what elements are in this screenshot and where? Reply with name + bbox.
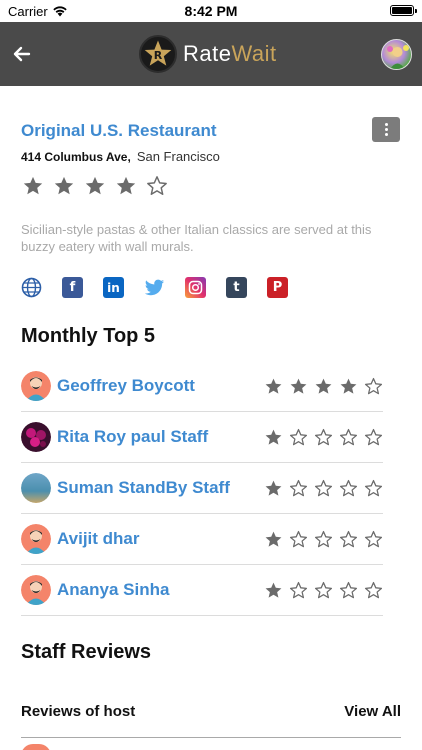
reviews-tab-bar: Reviews of host View All — [21, 696, 401, 738]
star-empty-icon — [364, 479, 383, 496]
linkedin-icon[interactable]: in — [103, 277, 124, 298]
facebook-icon[interactable]: f — [62, 277, 83, 298]
twitter-icon[interactable] — [144, 277, 165, 298]
star-empty-icon — [364, 377, 383, 394]
star-empty-icon — [339, 581, 358, 598]
star-empty-icon — [314, 530, 333, 547]
star-filled-icon — [265, 378, 282, 394]
staff-row[interactable]: Geoffrey Boycott — [21, 361, 383, 412]
staff-rating — [264, 530, 383, 549]
reviews-of-host-label: Reviews of host — [21, 703, 136, 720]
street-label: 414 Columbus Ave, — [21, 150, 131, 164]
user-avatar[interactable] — [381, 39, 412, 70]
globe-icon[interactable] — [21, 277, 42, 298]
nav-bar: R RateWait — [0, 22, 422, 86]
view-all-link[interactable]: View All — [344, 696, 401, 720]
monthly-top-list: Geoffrey Boycott Rita Roy paul Staff Suman… — [21, 361, 383, 616]
staff-avatar[interactable] — [21, 473, 51, 503]
staff-avatar[interactable] — [21, 524, 51, 554]
status-bar: Carrier 8:42 PM — [0, 0, 422, 22]
star-filled-icon — [54, 176, 74, 195]
star-empty-icon — [364, 581, 383, 598]
star-empty-icon — [364, 428, 383, 445]
star-filled-icon — [85, 176, 105, 195]
staff-rating — [264, 377, 383, 396]
staff-name[interactable]: Suman StandBy Staff — [57, 478, 264, 498]
staff-row[interactable]: Avijit dhar — [21, 514, 383, 565]
review-avatar — [21, 744, 51, 750]
restaurant-description: Sicilian-style pastas & other Italian cl… — [21, 222, 372, 254]
city-label: San Francisco — [136, 149, 220, 164]
staff-rating — [264, 581, 383, 600]
staff-row[interactable]: Ananya Sinha — [21, 565, 383, 616]
restaurant-name[interactable]: Original U.S. Restaurant — [21, 121, 217, 141]
star-empty-icon — [314, 428, 333, 445]
battery-icon — [390, 5, 417, 16]
staff-name[interactable]: Avijit dhar — [57, 529, 264, 549]
staff-name[interactable]: Ananya Sinha — [57, 580, 264, 600]
star-empty-icon — [147, 176, 167, 195]
back-arrow-icon[interactable] — [8, 40, 36, 68]
staff-avatar[interactable] — [21, 422, 51, 452]
star-filled-icon — [265, 582, 282, 598]
instagram-icon[interactable] — [185, 277, 206, 298]
staff-name[interactable]: Rita Roy paul Staff — [57, 427, 264, 447]
app-logo: R RateWait — [139, 35, 277, 73]
star-filled-icon — [116, 176, 136, 195]
more-dot-icon — [384, 128, 388, 131]
star-empty-icon — [364, 530, 383, 547]
star-empty-icon — [289, 581, 308, 598]
staff-name[interactable]: Geoffrey Boycott — [57, 376, 264, 396]
star-empty-icon — [339, 428, 358, 445]
star-filled-icon — [265, 531, 282, 547]
star-filled-icon — [23, 176, 43, 195]
logo-wordmark: RateWait — [183, 41, 277, 66]
star-empty-icon — [289, 530, 308, 547]
star-empty-icon — [314, 581, 333, 598]
star-filled-icon — [340, 378, 357, 394]
more-dot-icon — [384, 123, 388, 126]
tumblr-icon[interactable]: t — [226, 277, 247, 298]
star-filled-icon — [265, 429, 282, 445]
restaurant-rating — [22, 175, 168, 197]
star-empty-icon — [289, 428, 308, 445]
star-empty-icon — [339, 479, 358, 496]
staff-row[interactable]: Rita Roy paul Staff — [21, 412, 383, 463]
staff-row[interactable]: Suman StandBy Staff — [21, 463, 383, 514]
social-links: f in t P — [21, 277, 288, 298]
star-empty-icon — [339, 530, 358, 547]
logo-letter: R — [154, 49, 163, 62]
more-options-button[interactable] — [372, 117, 400, 142]
staff-avatar[interactable] — [21, 575, 51, 605]
monthly-top-title: Monthly Top 5 — [21, 325, 156, 347]
pinterest-icon[interactable]: P — [267, 277, 288, 298]
staff-rating — [264, 479, 383, 498]
clock-label: 8:42 PM — [184, 3, 238, 19]
staff-avatar[interactable] — [21, 371, 51, 401]
staff-rating — [264, 428, 383, 447]
star-filled-icon — [290, 378, 307, 394]
staff-reviews-title: Staff Reviews — [21, 641, 152, 663]
star-filled-icon — [315, 378, 332, 394]
restaurant-address: 414 Columbus Ave, San Francisco — [21, 149, 220, 164]
star-empty-icon — [289, 479, 308, 496]
star-logo-icon: R — [139, 35, 177, 73]
star-empty-icon — [314, 479, 333, 496]
star-filled-icon — [265, 480, 282, 496]
more-dot-icon — [384, 133, 388, 136]
